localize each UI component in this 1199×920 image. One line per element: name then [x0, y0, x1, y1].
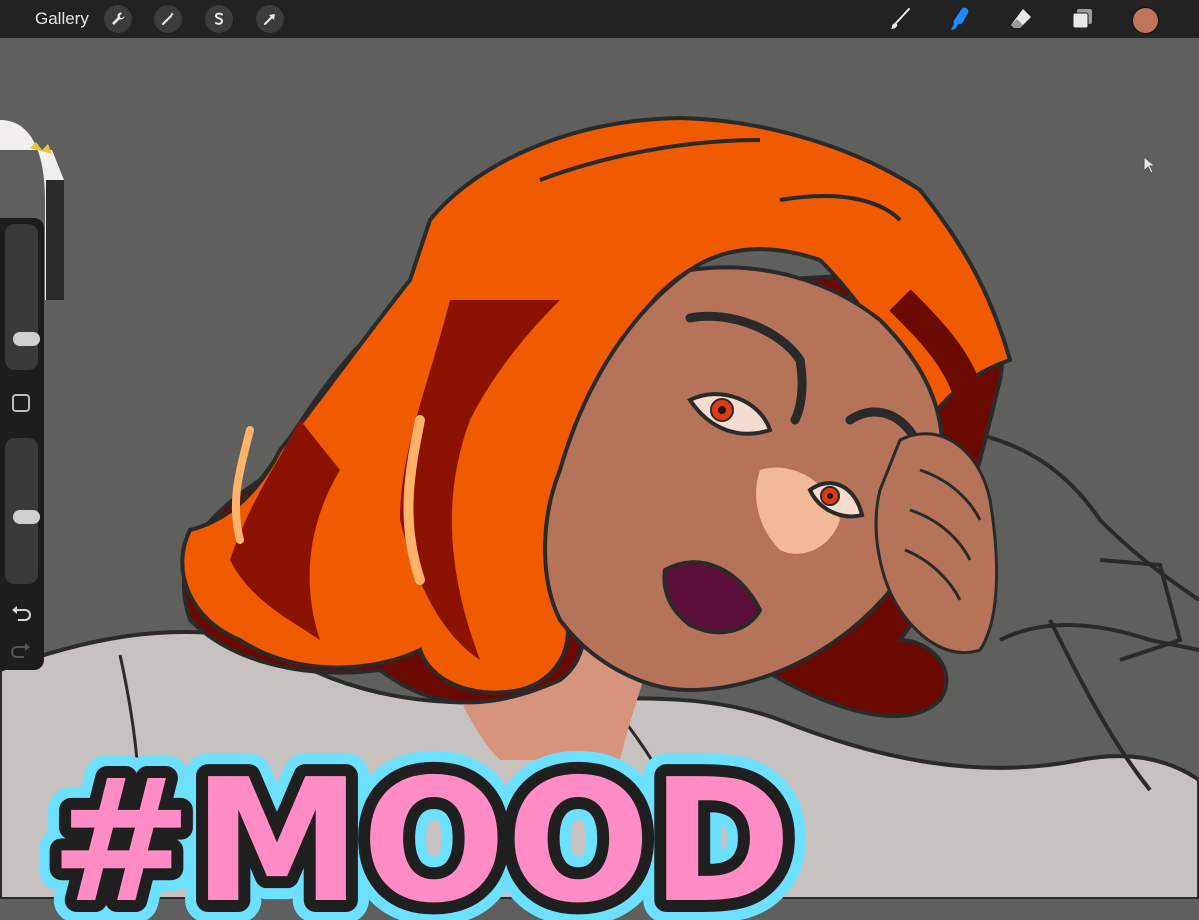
mood-text: #MOOD	[50, 743, 792, 920]
mood-sticker: #MOOD #MOOD #MOOD	[40, 730, 815, 920]
transform-arrow-icon	[264, 14, 275, 25]
transform-button[interactable]	[256, 5, 284, 33]
selection-icon	[214, 12, 224, 25]
opacity-thumb[interactable]	[13, 510, 40, 524]
brush-size-thumb[interactable]	[13, 332, 40, 346]
wrench-icon	[112, 12, 125, 25]
layers-icon	[1072, 9, 1092, 29]
side-toolbar	[0, 218, 44, 670]
color-picker-button[interactable]	[1132, 7, 1159, 34]
smudge-icon	[951, 7, 969, 30]
cursor-icon	[1143, 155, 1157, 174]
actions-button[interactable]	[104, 5, 132, 33]
layers-button[interactable]	[1067, 4, 1097, 34]
gallery-button[interactable]: Gallery	[35, 9, 89, 29]
eraser-icon	[1011, 9, 1031, 28]
brush-icon	[890, 8, 910, 29]
top-toolbar: Gallery	[0, 0, 1199, 38]
adjustments-button[interactable]	[154, 5, 182, 33]
brush-size-slider[interactable]	[5, 224, 40, 370]
magic-wand-icon	[162, 12, 174, 25]
brush-tool-button[interactable]	[885, 4, 915, 34]
eraser-tool-button[interactable]	[1006, 4, 1036, 34]
modify-button[interactable]	[12, 394, 30, 412]
selection-button[interactable]	[205, 5, 233, 33]
undo-icon[interactable]	[10, 603, 32, 623]
opacity-slider[interactable]	[5, 438, 40, 584]
redo-icon[interactable]	[10, 640, 32, 660]
smudge-tool-button[interactable]	[945, 4, 975, 34]
